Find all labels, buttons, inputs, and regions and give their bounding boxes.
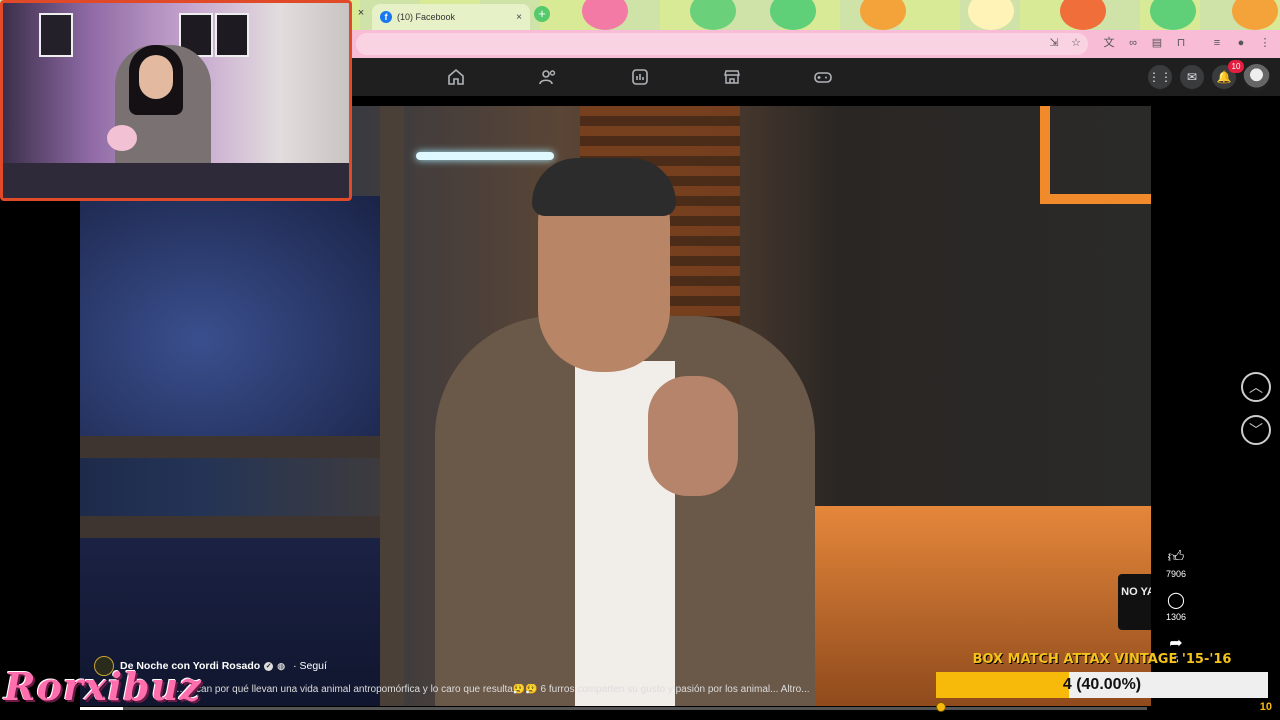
smiley-decoration — [690, 0, 736, 30]
translate-icon[interactable]: 文 — [1102, 36, 1116, 50]
screen: × f (10) Facebook × + ⇲ ☆ 文 ∞ ▤ ⊓ ≡ ● ⋮ — [0, 0, 1280, 720]
reading-mode-icon[interactable]: ▤ — [1150, 36, 1164, 50]
box-match-goal-bar: 4 (40.00%) — [936, 672, 1268, 698]
like-button[interactable]: 👍︎ 7906 — [1160, 549, 1192, 579]
facebook-favicon-icon: f — [380, 11, 392, 23]
host-hands — [648, 376, 738, 496]
comment-button[interactable]: ◯ 1306 — [1160, 592, 1192, 622]
profile-icon[interactable]: ● — [1234, 36, 1248, 50]
flower-decoration — [968, 0, 1014, 30]
set-frame — [380, 106, 404, 706]
streamer-desk — [3, 163, 349, 198]
friends-icon[interactable] — [538, 67, 558, 87]
streamer-logo: Rorxibuz — [4, 664, 202, 709]
like-count: 7906 — [1165, 569, 1187, 579]
verified-badge-icon: ✓ — [264, 661, 274, 671]
new-tab-button[interactable]: + — [534, 6, 550, 22]
home-icon[interactable] — [446, 67, 466, 87]
comment-count: 1306 — [1165, 612, 1187, 622]
notifications-badge: 10 — [1228, 60, 1244, 73]
set-orange-frame — [1040, 106, 1151, 204]
marketplace-icon[interactable] — [722, 67, 742, 87]
show-mug: NO YA — [1118, 574, 1151, 630]
globe-icon: ◍ — [277, 660, 286, 671]
wall-vinyl — [215, 13, 249, 57]
set-window-cityscape — [80, 196, 380, 436]
box-match-goal: 10 — [1259, 701, 1272, 713]
wall-poster — [39, 13, 73, 57]
messenger-icon[interactable]: ✉ — [1180, 65, 1204, 89]
browser-tab-facebook[interactable]: f (10) Facebook × — [372, 4, 530, 30]
box-match-marker — [936, 702, 946, 712]
tab-close-icon[interactable]: × — [516, 12, 522, 23]
mug-text: NO YA — [1121, 586, 1151, 598]
set-frame — [80, 436, 400, 458]
gaming-icon[interactable] — [813, 67, 833, 87]
next-reel-button[interactable]: ﹀ — [1241, 415, 1271, 445]
tab-title: (10) Facebook — [397, 12, 456, 22]
post-caption[interactable]: …plican por qué llevan una vida animal a… — [176, 684, 856, 698]
mushroom-decoration — [1232, 0, 1278, 30]
mushroom-decoration — [1060, 0, 1106, 30]
set-neon-light — [416, 152, 554, 160]
microphone — [107, 125, 137, 151]
host-hair — [532, 158, 676, 216]
video-progress-bar[interactable] — [80, 707, 1147, 710]
install-app-icon[interactable]: ⇲ — [1047, 36, 1061, 50]
previous-reel-button[interactable]: ︿ — [1241, 372, 1271, 402]
share-icon: ➦ — [1169, 635, 1183, 652]
box-match-current: 4 (40.00%) — [1062, 676, 1142, 693]
prev-tab-close-icon[interactable]: × — [354, 6, 368, 20]
smiley-decoration — [1150, 0, 1196, 30]
comment-icon: ◯ — [1167, 592, 1185, 609]
mushroom-decoration — [860, 0, 906, 30]
follow-button[interactable]: · Seguí — [293, 660, 327, 672]
downloads-icon[interactable]: ≡ — [1210, 36, 1224, 50]
smiley-decoration — [582, 0, 628, 30]
menu-grid-icon[interactable]: ⋮⋮ — [1148, 65, 1172, 89]
link-icon[interactable]: ∞ — [1126, 36, 1140, 50]
watch-icon[interactable] — [630, 67, 650, 87]
address-bar[interactable] — [356, 33, 1088, 55]
thumbs-up-icon: 👍︎ — [1167, 549, 1185, 566]
box-match-title: BOX MATCH ATTAX VINTAGE '15-'16 — [972, 652, 1232, 667]
streamer-webcam — [0, 0, 352, 201]
smiley-decoration — [770, 0, 816, 30]
account-avatar[interactable] — [1243, 64, 1270, 91]
more-menu-icon[interactable]: ⋮ — [1258, 36, 1272, 50]
set-frame — [80, 516, 400, 538]
extension-icon[interactable]: ⊓ — [1174, 36, 1188, 50]
bookmark-star-icon[interactable]: ☆ — [1069, 36, 1083, 50]
streamer-face — [139, 55, 173, 99]
